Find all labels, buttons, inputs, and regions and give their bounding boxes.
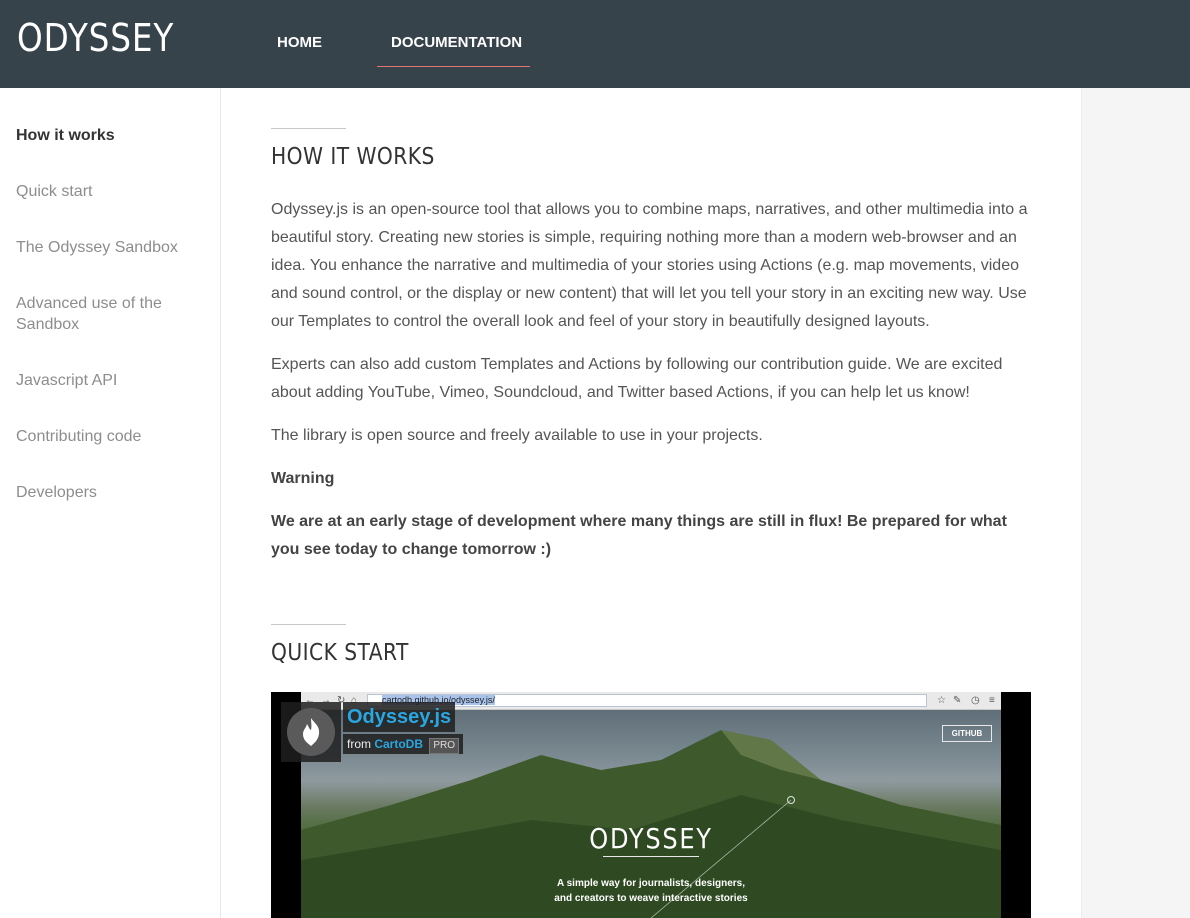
section-divider bbox=[271, 128, 346, 129]
flame-logo-icon bbox=[303, 718, 320, 746]
video-scene-divider bbox=[603, 856, 699, 857]
open-source-paragraph: The library is open source and freely av… bbox=[271, 427, 763, 444]
video-channel-title[interactable]: Odyssey.js bbox=[343, 702, 456, 732]
section-title-how-it-works: HOW IT WORKS bbox=[271, 144, 435, 170]
video-tagline-line2: and creators to weave interactive storie… bbox=[554, 893, 748, 904]
nav-documentation-link[interactable]: DOCUMENTATION bbox=[391, 34, 522, 51]
github-button[interactable]: GITHUB bbox=[942, 725, 992, 742]
channel-name-link[interactable]: CartoDB bbox=[374, 737, 423, 751]
nav-home-link[interactable]: HOME bbox=[277, 34, 322, 51]
top-navbar: ODYSSEY HOME DOCUMENTATION bbox=[0, 0, 1190, 88]
from-label: from bbox=[347, 737, 371, 751]
experts-paragraph: Experts can also add custom Templates an… bbox=[271, 356, 1003, 401]
star-icon: ☆ bbox=[937, 695, 946, 706]
sidebar-item-odyssey-sandbox[interactable]: The Odyssey Sandbox bbox=[16, 237, 206, 258]
section-divider bbox=[271, 624, 346, 625]
warning-label: Warning bbox=[271, 470, 335, 487]
video-tagline-line1: A simple way for journalists, designers, bbox=[556, 878, 746, 889]
site-logo[interactable]: ODYSSEY bbox=[17, 16, 174, 60]
section-title-quick-start: QUICK START bbox=[271, 640, 409, 666]
sidebar-item-quick-start[interactable]: Quick start bbox=[16, 181, 206, 202]
video-scene-title: ODYSSEY bbox=[589, 822, 713, 855]
channel-avatar bbox=[287, 708, 335, 756]
right-gutter bbox=[1081, 88, 1190, 918]
embedded-video-player[interactable]: ← → ↻ ⌂ cartodb.github.io/odyssey.js/ ☆ … bbox=[271, 692, 1031, 918]
sidebar-item-javascript-api[interactable]: Javascript API bbox=[16, 370, 206, 391]
docs-sidebar: How it works Quick start The Odyssey San… bbox=[0, 88, 221, 918]
warning-text: We are at an early stage of development … bbox=[271, 513, 1007, 558]
channel-avatar-frame[interactable] bbox=[281, 702, 341, 762]
sidebar-item-developers[interactable]: Developers bbox=[16, 482, 206, 503]
active-nav-indicator bbox=[377, 66, 530, 67]
intro-paragraph: Odyssey.js is an open-source tool that a… bbox=[271, 201, 1028, 330]
sidebar-item-advanced-sandbox[interactable]: Advanced use of the Sandbox bbox=[16, 293, 181, 335]
clock-icon: ◷ bbox=[971, 695, 980, 706]
video-from-line: from CartoDB PRO bbox=[343, 734, 464, 754]
url-path: /odyssey.js/ bbox=[448, 695, 495, 705]
sidebar-item-contributing-code[interactable]: Contributing code bbox=[16, 426, 206, 447]
sidebar-item-how-it-works[interactable]: How it works bbox=[16, 125, 206, 146]
menu-icon: ≡ bbox=[989, 695, 995, 706]
extension-icon: ✎ bbox=[953, 695, 962, 706]
pro-badge: PRO bbox=[429, 738, 460, 754]
